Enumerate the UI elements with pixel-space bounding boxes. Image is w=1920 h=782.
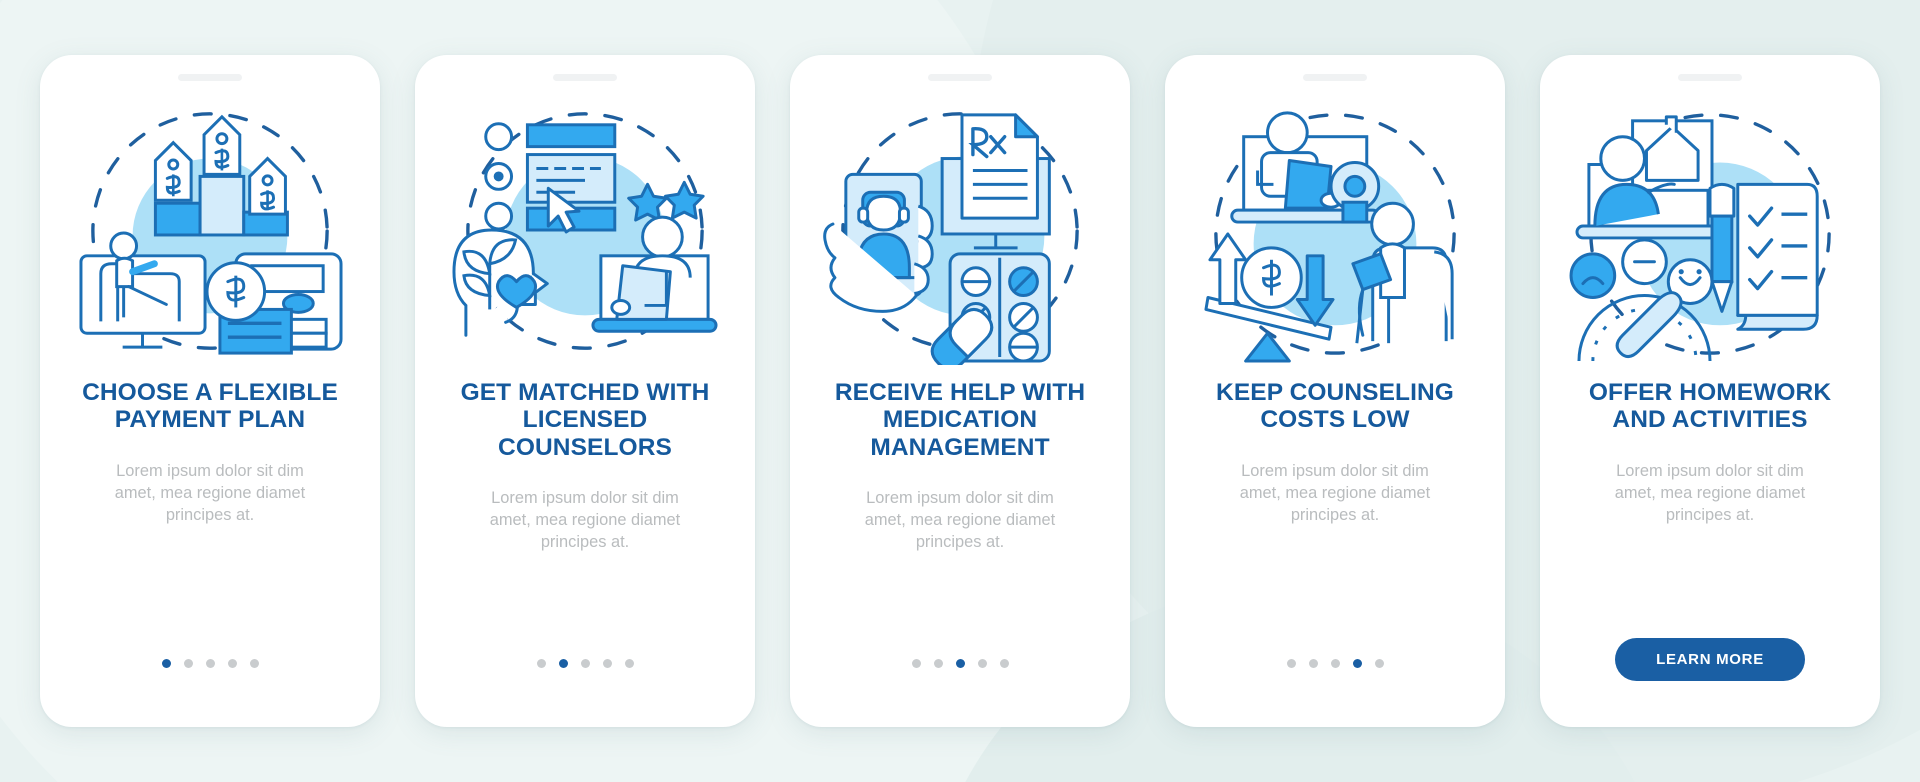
pagination-dot-2[interactable] xyxy=(1308,659,1318,668)
homework-activities-illustration xyxy=(1560,97,1860,365)
pagination-dot-1[interactable] xyxy=(161,659,171,668)
pagination-dots[interactable] xyxy=(911,659,1009,668)
onboarding-screen-3[interactable]: RECEIVE HELP WITH MEDICATION MANAGEMENT … xyxy=(790,55,1130,727)
pagination-dots[interactable] xyxy=(536,659,634,668)
pagination-dot-4[interactable] xyxy=(1352,659,1362,668)
onboarding-screens-row: CHOOSE A FLEXIBLE PAYMENT PLAN Lorem ips… xyxy=(0,0,1920,782)
screen-body-text: Lorem ipsum dolor sit dim amet, mea regi… xyxy=(1239,461,1431,524)
onboarding-screen-1[interactable]: CHOOSE A FLEXIBLE PAYMENT PLAN Lorem ips… xyxy=(40,55,380,727)
pagination-dot-3[interactable] xyxy=(1330,659,1340,668)
pagination-dot-3[interactable] xyxy=(580,659,590,668)
pagination-dot-5[interactable] xyxy=(999,659,1009,668)
pagination-dot-5[interactable] xyxy=(624,659,634,668)
pagination-dot-3[interactable] xyxy=(955,659,965,668)
pagination-dots[interactable] xyxy=(161,659,259,668)
screen-title: KEEP COUNSELING COSTS LOW xyxy=(1216,379,1454,434)
matched-counselors-illustration xyxy=(435,97,735,365)
onboarding-screen-5[interactable]: OFFER HOMEWORK AND ACTIVITIES Lorem ipsu… xyxy=(1540,55,1880,727)
pagination-dot-5[interactable] xyxy=(249,659,259,668)
screen-title: CHOOSE A FLEXIBLE PAYMENT PLAN xyxy=(82,379,338,434)
phone-speaker-notch xyxy=(178,74,242,81)
phone-speaker-notch xyxy=(553,74,617,81)
pagination-dot-3[interactable] xyxy=(205,659,215,668)
learn-more-button[interactable]: LEARN MORE xyxy=(1615,638,1805,681)
screen-body-text: Lorem ipsum dolor sit dim amet, mea regi… xyxy=(114,461,306,524)
screen-body-text: Lorem ipsum dolor sit dim amet, mea regi… xyxy=(1614,461,1806,524)
screen-title: RECEIVE HELP WITH MEDICATION MANAGEMENT xyxy=(834,379,1086,461)
onboarding-screen-2[interactable]: GET MATCHED WITH LICENSED COUNSELORS Lor… xyxy=(415,55,755,727)
pagination-dot-1[interactable] xyxy=(536,659,546,668)
pagination-dot-2[interactable] xyxy=(558,659,568,668)
phone-speaker-notch xyxy=(1303,74,1367,81)
pagination-dot-2[interactable] xyxy=(183,659,193,668)
screen-body-text: Lorem ipsum dolor sit dim amet, mea regi… xyxy=(864,489,1056,551)
pagination-dot-2[interactable] xyxy=(933,659,943,668)
screen-title: GET MATCHED WITH LICENSED COUNSELORS xyxy=(460,379,710,461)
screen-body-text: Lorem ipsum dolor sit dim amet, mea regi… xyxy=(489,489,681,551)
pagination-dot-1[interactable] xyxy=(1286,659,1296,668)
screen-title: OFFER HOMEWORK AND ACTIVITIES xyxy=(1588,379,1832,434)
pagination-dots[interactable] xyxy=(1286,659,1384,668)
phone-speaker-notch xyxy=(928,74,992,81)
medication-management-illustration xyxy=(810,97,1110,365)
low-counseling-costs-illustration xyxy=(1185,97,1485,365)
pagination-dot-4[interactable] xyxy=(602,659,612,668)
pagination-dot-4[interactable] xyxy=(227,659,237,668)
pagination-dot-4[interactable] xyxy=(977,659,987,668)
pagination-dot-1[interactable] xyxy=(911,659,921,668)
onboarding-screen-4[interactable]: KEEP COUNSELING COSTS LOW Lorem ipsum do… xyxy=(1165,55,1505,727)
payment-plan-illustration xyxy=(60,97,360,365)
pagination-dot-5[interactable] xyxy=(1374,659,1384,668)
phone-speaker-notch xyxy=(1678,74,1742,81)
